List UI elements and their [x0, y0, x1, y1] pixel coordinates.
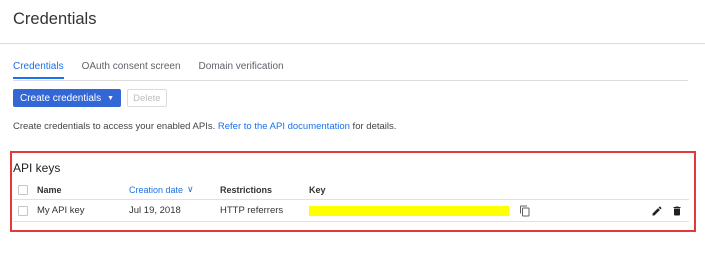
- create-credentials-button[interactable]: Create credentials ▼: [13, 89, 122, 107]
- table-header-row: Name Creation date ∨ Restrictions Key: [13, 180, 689, 200]
- row-checkbox[interactable]: [18, 205, 28, 216]
- tabs-divider: [13, 80, 688, 81]
- create-credentials-label: Create credentials: [20, 92, 102, 104]
- tab-domain-verification[interactable]: Domain verification: [199, 61, 284, 79]
- tab-oauth-consent-screen[interactable]: OAuth consent screen: [82, 61, 181, 79]
- creation-date-label: Creation date: [129, 184, 184, 195]
- api-keys-table: Name Creation date ∨ Restrictions Key My…: [13, 180, 689, 222]
- column-header-name[interactable]: Name: [37, 180, 62, 199]
- select-all-checkbox[interactable]: [18, 184, 28, 195]
- row-select-cell: [18, 200, 28, 221]
- description-prefix: Create credentials to access your enable…: [13, 121, 218, 132]
- title-divider: [0, 43, 705, 44]
- delete-button: Delete: [127, 89, 167, 107]
- delete-icon[interactable]: [671, 205, 683, 217]
- api-key-restrictions: HTTP referrers: [220, 205, 284, 216]
- sort-arrow-icon: ∨: [187, 184, 194, 194]
- column-header-key: Key: [309, 184, 326, 195]
- column-header-creation-date[interactable]: Creation date ∨: [129, 180, 194, 199]
- tab-credentials[interactable]: Credentials: [13, 61, 64, 79]
- tab-bar: Credentials OAuth consent screen Domain …: [13, 61, 302, 79]
- table-row: My API key Jul 19, 2018 HTTP referrers: [13, 200, 689, 222]
- column-header-restrictions: Restrictions: [220, 184, 273, 195]
- toolbar: Create credentials ▼ Delete: [13, 89, 167, 107]
- description-text: Create credentials to access your enable…: [13, 121, 396, 132]
- dropdown-caret-icon: ▼: [107, 94, 115, 102]
- api-key-name[interactable]: My API key: [37, 200, 85, 221]
- api-key-redacted-value: [309, 206, 509, 216]
- api-keys-title: API keys: [13, 161, 61, 175]
- edit-icon[interactable]: [651, 205, 663, 217]
- page-title: Credentials: [13, 10, 97, 28]
- copy-icon[interactable]: [519, 205, 531, 217]
- api-key-creation-date: Jul 19, 2018: [129, 205, 181, 216]
- description-suffix: for details.: [349, 121, 397, 132]
- api-documentation-link[interactable]: Refer to the API documentation: [218, 121, 350, 132]
- select-all-cell: [18, 180, 28, 199]
